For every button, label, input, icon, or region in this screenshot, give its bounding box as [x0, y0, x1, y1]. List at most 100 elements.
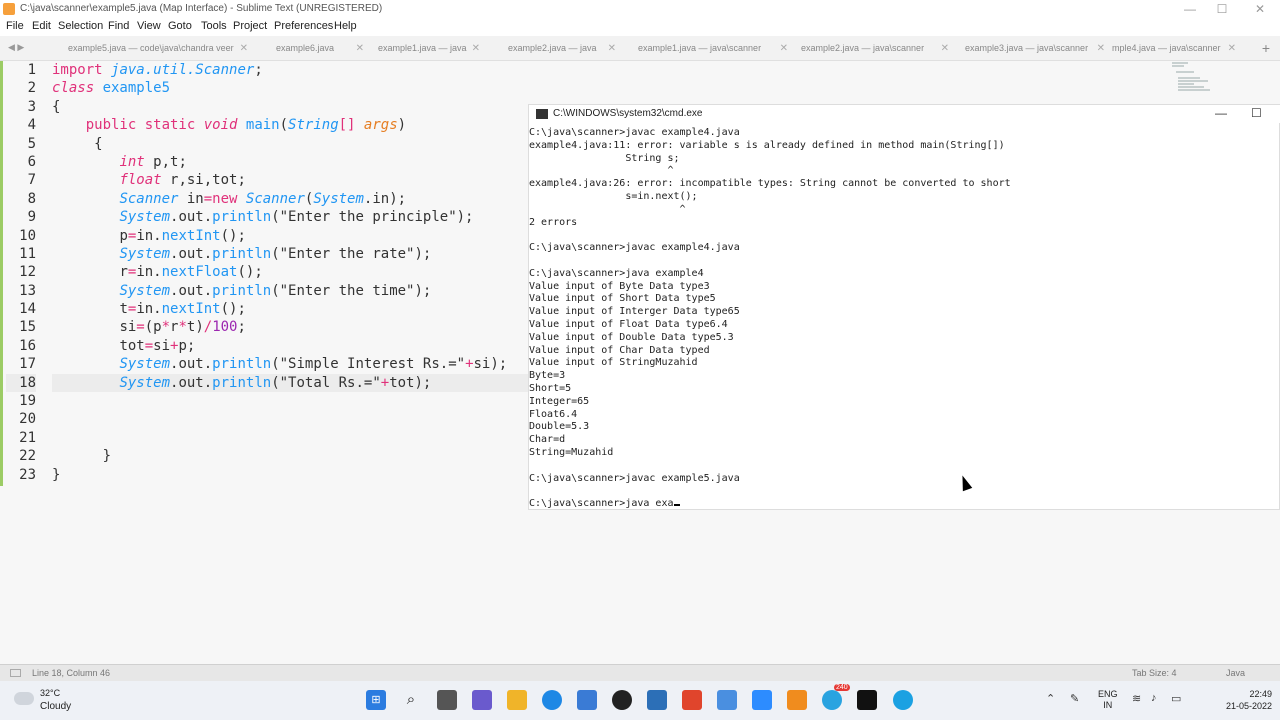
- tab-example1-scanner[interactable]: example1.java — java\scanner ✕: [638, 36, 788, 61]
- tab-example3-scanner[interactable]: example3.java — java\scanner ✕: [965, 36, 1105, 61]
- menu-preferences[interactable]: Preferences: [274, 20, 333, 32]
- file-explorer-icon[interactable]: [507, 690, 527, 710]
- menu-file[interactable]: File: [6, 20, 24, 32]
- code-line[interactable]: r=in.nextFloat();: [52, 263, 532, 281]
- code-line[interactable]: [52, 410, 532, 428]
- temperature[interactable]: 32°C: [40, 688, 60, 698]
- panel-toggle-icon[interactable]: [10, 669, 21, 677]
- maximize-button[interactable]: ☐: [1204, 0, 1240, 18]
- code-line[interactable]: System.out.println("Simple Interest Rs.=…: [52, 355, 532, 373]
- line-number: 17: [19, 356, 36, 373]
- code-line[interactable]: int p,t;: [52, 153, 532, 171]
- tab-close-icon[interactable]: ✕: [1228, 36, 1236, 61]
- code-line[interactable]: }: [52, 447, 532, 465]
- menu-goto[interactable]: Goto: [168, 20, 192, 32]
- menu-edit[interactable]: Edit: [32, 20, 51, 32]
- github-icon[interactable]: [612, 690, 632, 710]
- code-line[interactable]: public static void main(String[] args): [52, 116, 532, 134]
- code-line[interactable]: System.out.println("Enter the time");: [52, 282, 532, 300]
- menu-project[interactable]: Project: [233, 20, 267, 32]
- code-line[interactable]: Scanner in=new Scanner(System.in);: [52, 190, 532, 208]
- minimap[interactable]: [1170, 61, 1215, 101]
- store-icon[interactable]: [577, 690, 597, 710]
- code-line[interactable]: {: [52, 135, 532, 153]
- tab-example1-java[interactable]: example1.java — java ✕: [378, 36, 480, 61]
- cmd-output-line: [529, 460, 1280, 473]
- tab-example5[interactable]: example5.java — code\java\chandra veer ✕: [68, 36, 248, 61]
- close-button[interactable]: ✕: [1242, 0, 1278, 18]
- tab-size[interactable]: Tab Size: 4: [1132, 668, 1177, 678]
- code-line[interactable]: class example5: [52, 79, 532, 97]
- cmd-window[interactable]: C:\WINDOWS\system32\cmd.exe — ☐ C:\java\…: [528, 104, 1280, 510]
- cmd-output-line: Value input of StringMuzahid: [529, 357, 698, 369]
- code-line[interactable]: tot=si+p;: [52, 337, 532, 355]
- cmd-maximize-button[interactable]: ☐: [1251, 106, 1262, 120]
- tab-label: example3.java — java\scanner: [965, 43, 1089, 53]
- tab-nav-arrows-icon[interactable]: ◀ ▶: [8, 42, 24, 53]
- tab-example4-scanner[interactable]: mple4.java — java\scanner ✕: [1112, 36, 1236, 61]
- chevron-up-icon[interactable]: ⌃: [1046, 692, 1055, 705]
- cloud-icon[interactable]: [14, 692, 34, 705]
- code-line[interactable]: [52, 429, 532, 447]
- cmd-prompt-line[interactable]: C:\java\scanner>java exa: [529, 498, 1280, 511]
- zoom-icon[interactable]: [752, 690, 772, 710]
- menu-selection[interactable]: Selection: [58, 20, 103, 32]
- sublime-taskbar-icon[interactable]: [787, 690, 807, 710]
- code-line[interactable]: float r,si,tot;: [52, 171, 532, 189]
- code-line[interactable]: si=(p*r*t)/100;: [52, 318, 532, 336]
- code-line[interactable]: [52, 392, 532, 410]
- search-icon[interactable]: ⌕: [401, 690, 421, 710]
- weather-condition[interactable]: Cloudy: [40, 701, 71, 712]
- clock[interactable]: 22:49 21-05-2022: [1220, 688, 1272, 712]
- code-line[interactable]: System.out.println("Enter the rate");: [52, 245, 532, 263]
- tab-close-icon[interactable]: ✕: [608, 36, 616, 61]
- code-line[interactable]: p=in.nextInt();: [52, 227, 532, 245]
- code-line[interactable]: }: [52, 466, 532, 484]
- add-tab-icon[interactable]: +: [1262, 40, 1270, 56]
- cmd-output-line: Value input of Interger Data type65: [529, 306, 740, 318]
- battery-icon[interactable]: ▭: [1171, 692, 1181, 705]
- notepad-icon[interactable]: [647, 690, 667, 710]
- code-line[interactable]: System.out.println("Total Rs.="+tot);: [52, 373, 532, 393]
- telegram-icon[interactable]: [822, 690, 842, 710]
- task-view-icon[interactable]: [437, 690, 457, 710]
- wifi-icon[interactable]: ≋: [1132, 692, 1141, 705]
- brave-icon[interactable]: [682, 690, 702, 710]
- sublime-text-icon: [3, 3, 15, 15]
- chat-icon[interactable]: [472, 690, 492, 710]
- edge-icon[interactable]: [542, 690, 562, 710]
- code-line[interactable]: import java.util.Scanner;: [52, 61, 532, 79]
- vbox-icon[interactable]: [717, 690, 737, 710]
- tab-close-icon[interactable]: ✕: [356, 36, 364, 61]
- cmd-minimize-button[interactable]: —: [1215, 106, 1227, 120]
- menu-help[interactable]: Help: [334, 20, 357, 32]
- tab-example2-scanner[interactable]: example2.java — java\scanner ✕: [801, 36, 949, 61]
- tab-close-icon[interactable]: ✕: [240, 36, 248, 61]
- tab-close-icon[interactable]: ✕: [472, 36, 480, 61]
- code-lines[interactable]: import java.util.Scanner; class example5…: [52, 61, 532, 484]
- cmd-taskbar-icon[interactable]: [857, 690, 877, 710]
- syntax-mode[interactable]: Java: [1226, 668, 1245, 678]
- tab-example6[interactable]: example6.java ✕: [276, 36, 364, 61]
- language-indicator[interactable]: ENG IN: [1098, 689, 1118, 711]
- cmd-titlebar: C:\WINDOWS\system32\cmd.exe — ☐: [529, 105, 1280, 123]
- start-icon[interactable]: ⊞: [366, 690, 386, 710]
- globe-icon[interactable]: [893, 690, 913, 710]
- code-line[interactable]: t=in.nextInt();: [52, 300, 532, 318]
- pen-icon[interactable]: ✎: [1070, 692, 1079, 705]
- tab-close-icon[interactable]: ✕: [1097, 36, 1105, 61]
- tab-close-icon[interactable]: ✕: [941, 36, 949, 61]
- tab-example2-java[interactable]: example2.java — java ✕: [508, 36, 616, 61]
- minimize-button[interactable]: —: [1172, 0, 1208, 18]
- cmd-output-line: C:\java\scanner>java example4: [529, 267, 704, 279]
- menu-find[interactable]: Find: [108, 20, 129, 32]
- code-line[interactable]: {: [52, 98, 532, 116]
- menu-tools[interactable]: Tools: [201, 20, 227, 32]
- menu-view[interactable]: View: [137, 20, 161, 32]
- code-line[interactable]: System.out.println("Enter the principle"…: [52, 208, 532, 226]
- cmd-output-line: Short=5: [529, 382, 572, 394]
- tab-label: example2.java — java: [508, 43, 597, 53]
- volume-icon[interactable]: ♪: [1151, 692, 1157, 704]
- line-number: 21: [19, 429, 36, 446]
- tab-close-icon[interactable]: ✕: [780, 36, 788, 61]
